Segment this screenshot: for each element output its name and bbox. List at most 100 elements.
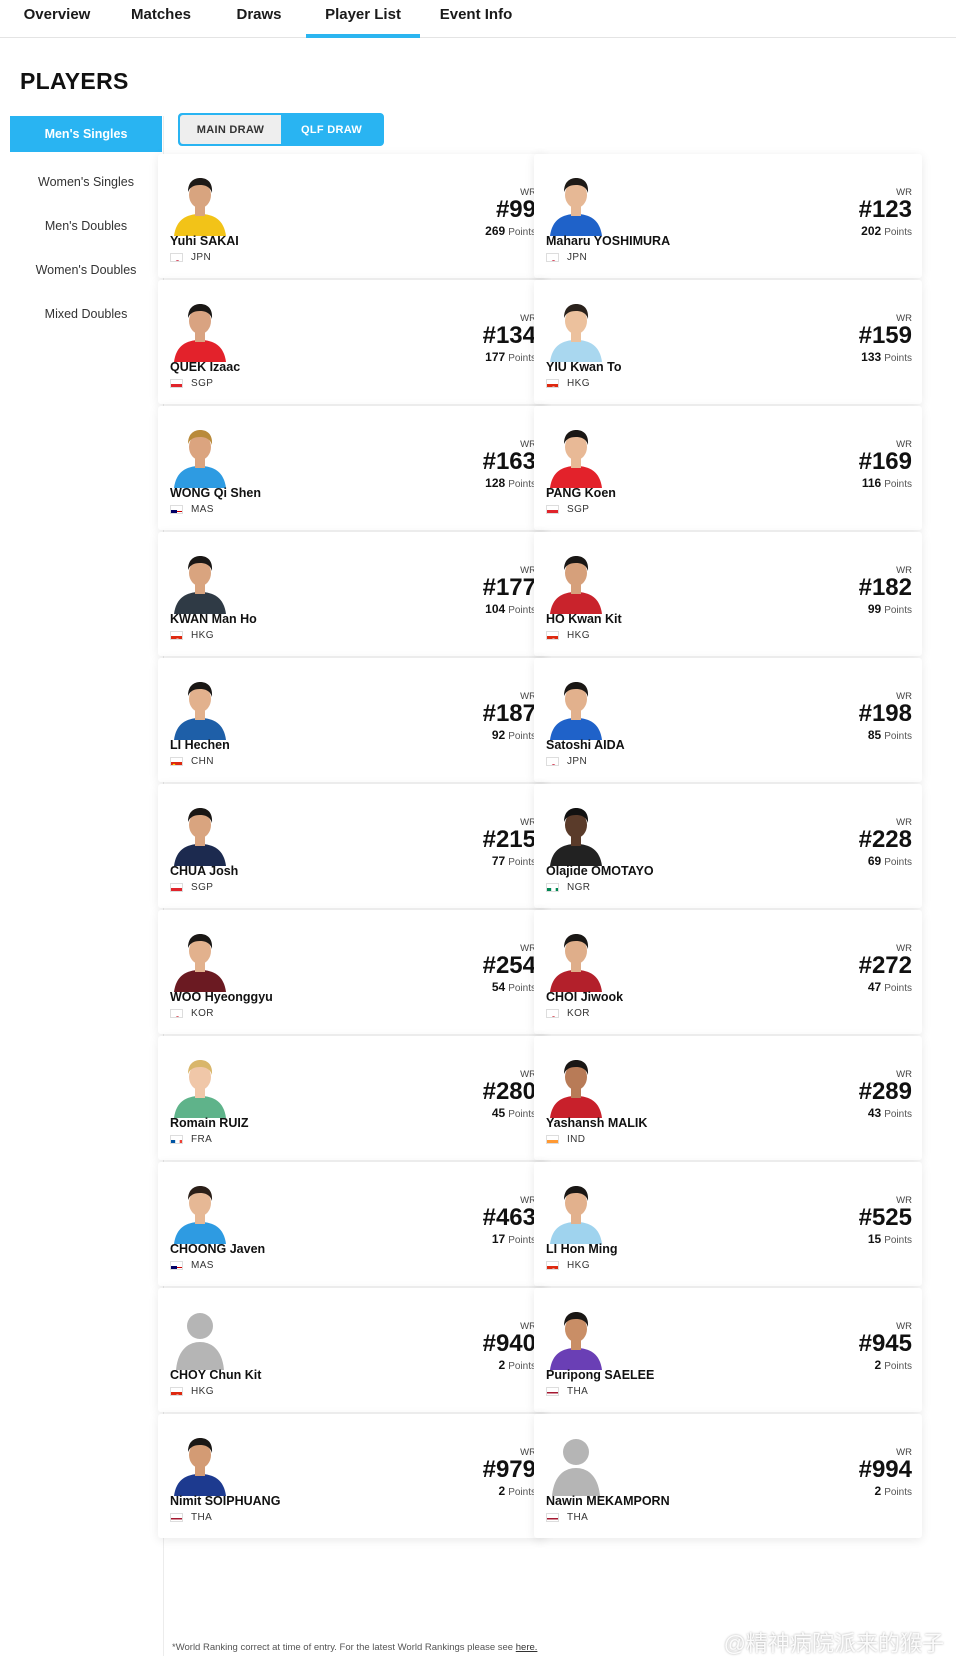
world-rank: #463 — [482, 1204, 536, 1231]
player-card[interactable]: Romain RUIZ FRA WR #280 45 Points — [158, 1036, 546, 1160]
player-name[interactable]: Yashansh MALIK — [546, 1116, 647, 1130]
qlf-draw-button[interactable]: QLF DRAW — [281, 115, 382, 144]
player-card[interactable]: KWAN Man Ho HKG WR #177 104 Points — [158, 532, 546, 656]
tab-event-info[interactable]: Event Info — [432, 0, 520, 38]
player-photo — [170, 800, 230, 866]
player-card[interactable]: CHOY Chun Kit HKG WR #940 2 Points — [158, 1288, 546, 1412]
sidebar-item-mens-singles[interactable]: Men's Singles — [10, 116, 162, 152]
world-rank: #123 — [858, 196, 912, 223]
player-country: NGR — [546, 882, 590, 893]
player-name[interactable]: Satoshi AIDA — [546, 738, 625, 752]
player-card[interactable]: Yashansh MALIK IND WR #289 43 Points — [534, 1036, 922, 1160]
player-photo — [546, 800, 606, 866]
player-name[interactable]: KWAN Man Ho — [170, 612, 257, 626]
country-code: IND — [567, 1134, 586, 1145]
ranking-points: 2 Points — [875, 1358, 912, 1372]
tab-draws[interactable]: Draws — [226, 0, 292, 38]
player-name[interactable]: Nawin MEKAMPORN — [546, 1494, 670, 1508]
player-name[interactable]: YIU Kwan To — [546, 360, 621, 374]
tab-overview[interactable]: Overview — [14, 0, 100, 38]
player-name[interactable]: PANG Koen — [546, 486, 616, 500]
points-label: Points — [884, 227, 912, 238]
player-card[interactable]: YIU Kwan To HKG WR #159 133 Points — [534, 280, 922, 404]
sidebar-item-mens-doubles[interactable]: Men's Doubles — [10, 204, 162, 248]
ranking-points: 128 Points — [485, 476, 536, 490]
player-photo — [546, 1178, 606, 1244]
world-rank: #940 — [482, 1330, 536, 1357]
points-value: 45 — [491, 1106, 506, 1120]
ranking-points: 92 Points — [492, 728, 536, 742]
player-country: HKG — [546, 630, 590, 641]
player-country: IND — [546, 1134, 585, 1145]
player-country: JPN — [546, 756, 587, 767]
player-name[interactable]: LI Hon Ming — [546, 1242, 618, 1256]
ranking-points: 177 Points — [485, 350, 536, 364]
player-name[interactable]: Maharu YOSHIMURA — [546, 234, 670, 248]
player-name[interactable]: Yuhi SAKAI — [170, 234, 239, 248]
player-card[interactable]: PANG Koen SGP WR #169 116 Points — [534, 406, 922, 530]
points-label: Points — [884, 1235, 912, 1246]
player-card[interactable]: WOO Hyeonggyu KOR WR #254 54 Points — [158, 910, 546, 1034]
player-card[interactable]: CHOI Jiwook KOR WR #272 47 Points — [534, 910, 922, 1034]
world-rank: #187 — [482, 700, 536, 727]
player-card[interactable]: CHOONG Javen MAS WR #463 17 Points — [158, 1162, 546, 1286]
points-label: Points — [884, 1109, 912, 1120]
player-name[interactable]: LI Hechen — [170, 738, 230, 752]
player-card[interactable]: Puripong SAELEE THA WR #945 2 Points — [534, 1288, 922, 1412]
player-name[interactable]: WOO Hyeonggyu — [170, 990, 273, 1004]
points-value: 2 — [498, 1358, 506, 1372]
player-name[interactable]: CHOY Chun Kit — [170, 1368, 261, 1382]
rankings-link[interactable]: here. — [516, 1642, 538, 1653]
player-name[interactable]: Nimit SOIPHUANG — [170, 1494, 280, 1508]
points-value: 99 — [867, 602, 882, 616]
player-country: SGP — [170, 882, 213, 893]
player-card[interactable]: Olajide OMOTAYO NGR WR #228 69 Points — [534, 784, 922, 908]
player-card[interactable]: Nimit SOIPHUANG THA WR #979 2 Points — [158, 1414, 546, 1538]
player-card[interactable]: QUEK Izaac SGP WR #134 177 Points — [158, 280, 546, 404]
points-value: 2 — [874, 1484, 882, 1498]
world-rank: #525 — [858, 1204, 912, 1231]
points-label: Points — [508, 1487, 536, 1498]
player-card[interactable]: CHUA Josh SGP WR #215 77 Points — [158, 784, 546, 908]
ranking-points: 2 Points — [499, 1484, 536, 1498]
player-name[interactable]: HO Kwan Kit — [546, 612, 622, 626]
world-rank: #994 — [858, 1456, 912, 1483]
world-rank: #280 — [482, 1078, 536, 1105]
player-photo — [546, 1052, 606, 1118]
points-value: 202 — [861, 224, 882, 238]
player-card[interactable]: Nawin MEKAMPORN THA WR #994 2 Points — [534, 1414, 922, 1538]
points-value: 17 — [491, 1232, 506, 1246]
player-card[interactable]: LI Hechen CHN WR #187 92 Points — [158, 658, 546, 782]
tab-matches[interactable]: Matches — [120, 0, 202, 38]
tab-player-list[interactable]: Player List — [306, 0, 420, 38]
sidebar-item-womens-doubles[interactable]: Women's Doubles — [10, 248, 162, 292]
player-card[interactable]: Yuhi SAKAI JPN WR #99 269 Points — [158, 154, 546, 278]
player-card[interactable]: LI Hon Ming HKG WR #525 15 Points — [534, 1162, 922, 1286]
world-rank: #198 — [858, 700, 912, 727]
player-name[interactable]: WONG Qi Shen — [170, 486, 261, 500]
player-name[interactable]: Romain RUIZ — [170, 1116, 248, 1130]
sidebar-item-mixed-doubles[interactable]: Mixed Doubles — [10, 292, 162, 336]
points-value: 2 — [498, 1484, 506, 1498]
points-label: Points — [508, 857, 536, 868]
player-name[interactable]: QUEK Izaac — [170, 360, 240, 374]
ranking-points: 69 Points — [868, 854, 912, 868]
player-name[interactable]: CHUA Josh — [170, 864, 238, 878]
player-photo — [170, 170, 230, 236]
country-flag-icon — [170, 505, 183, 514]
player-name[interactable]: Olajide OMOTAYO — [546, 864, 654, 878]
player-name[interactable]: CHOI Jiwook — [546, 990, 623, 1004]
player-name[interactable]: Puripong SAELEE — [546, 1368, 654, 1382]
player-name[interactable]: CHOONG Javen — [170, 1242, 265, 1256]
sidebar-item-womens-singles[interactable]: Women's Singles — [10, 160, 162, 204]
main-draw-button[interactable]: MAIN DRAW — [180, 115, 281, 144]
country-code: NGR — [567, 882, 591, 893]
points-label: Points — [508, 227, 536, 238]
player-card[interactable]: Satoshi AIDA JPN WR #198 85 Points — [534, 658, 922, 782]
ranking-points: 202 Points — [861, 224, 912, 238]
player-card[interactable]: Maharu YOSHIMURA JPN WR #123 202 Points — [534, 154, 922, 278]
player-card[interactable]: HO Kwan Kit HKG WR #182 99 Points — [534, 532, 922, 656]
ranking-points: 54 Points — [492, 980, 536, 994]
ranking-points: 15 Points — [868, 1232, 912, 1246]
player-card[interactable]: WONG Qi Shen MAS WR #163 128 Points — [158, 406, 546, 530]
